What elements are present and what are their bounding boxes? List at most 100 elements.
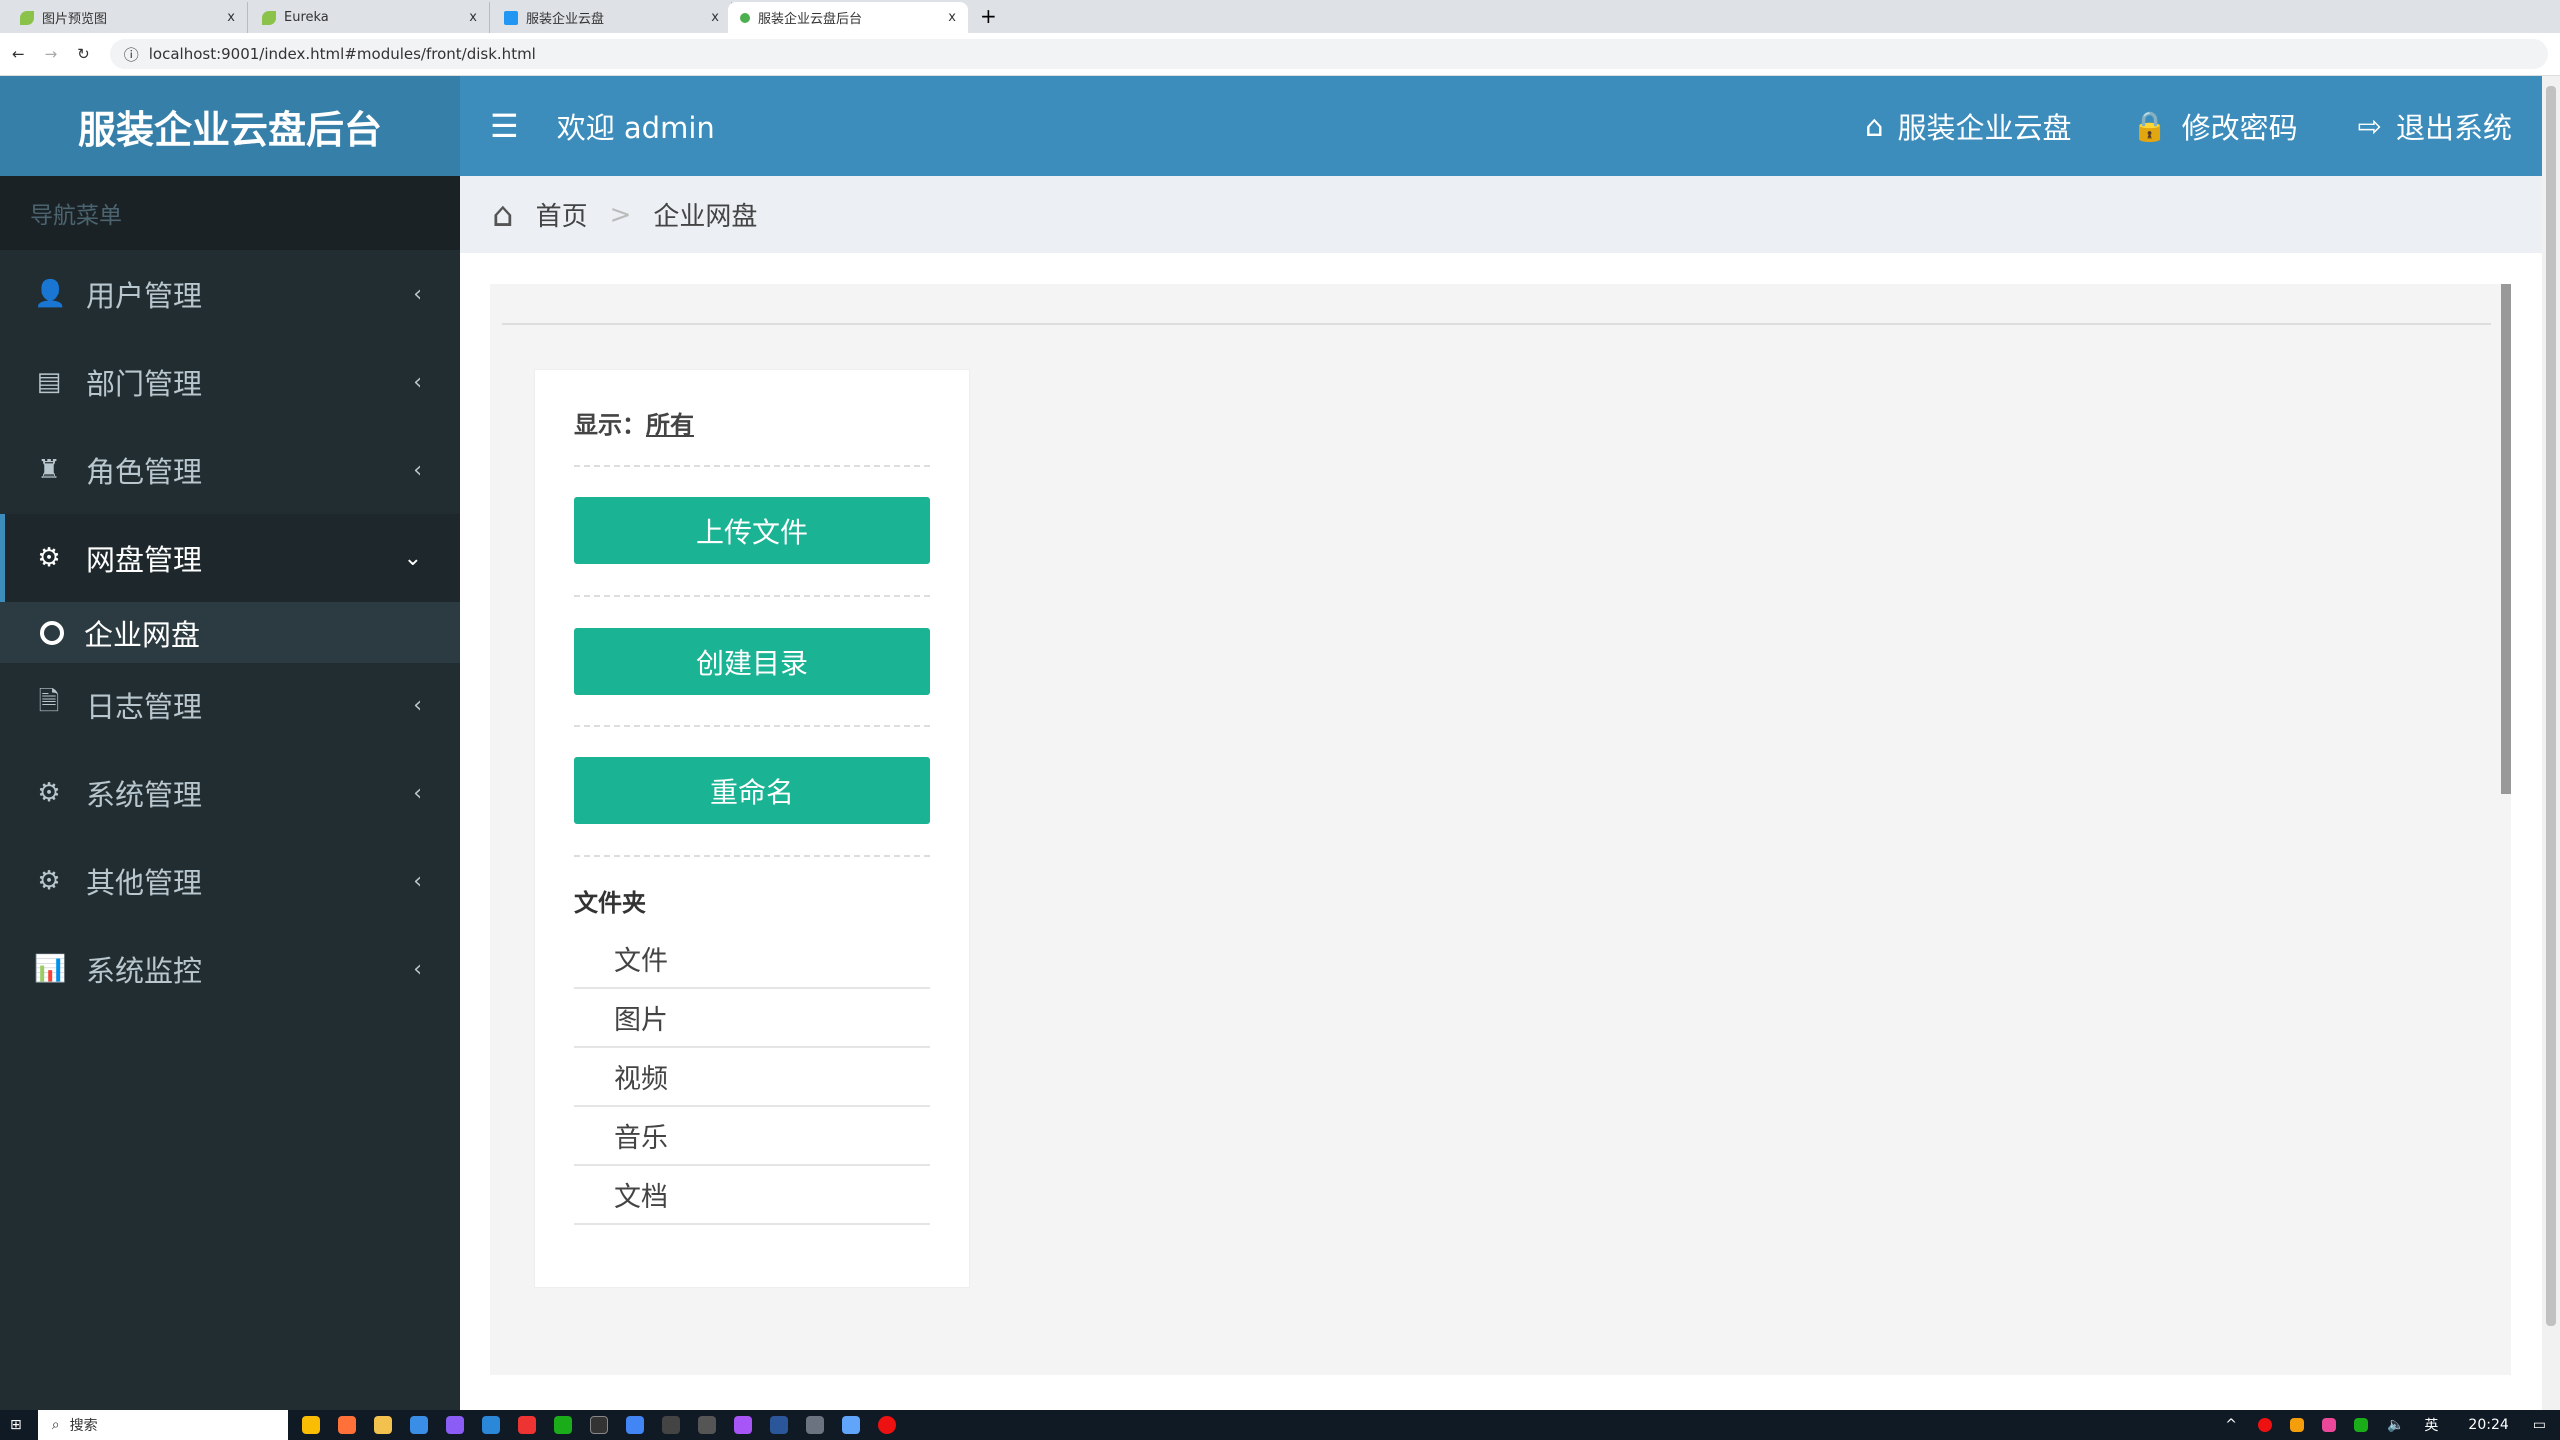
folder-heading: 文件夹 [574,889,646,917]
site-icon [740,12,750,23]
app-icon[interactable] [625,1416,644,1434]
label: 日志管理 [86,690,203,724]
user-icon: 👤 [34,279,67,309]
folder-item[interactable]: 视频 [574,1048,930,1107]
folder-icon[interactable] [373,1416,392,1434]
label: 用户管理 [86,279,203,313]
app-icon[interactable] [733,1416,752,1434]
sidebar-item-monitor[interactable]: 📊 系统监控 ‹ [0,925,460,1013]
wechat-icon[interactable] [553,1416,572,1434]
filter-all-link[interactable]: 所有 [646,411,694,439]
welcome-text: 欢迎 admin [556,111,715,145]
chevron-left-icon: ‹ [413,369,422,395]
create-directory-button[interactable]: 创建目录 [574,628,930,695]
home-icon: ⌂ [492,194,514,235]
volume-icon[interactable]: 🔈 [2387,1417,2404,1433]
gear-icon: ⚙ [37,866,61,896]
new-tab-button[interactable]: + [980,4,997,28]
firefox-icon[interactable] [337,1416,356,1434]
rename-button[interactable]: 重命名 [574,757,930,824]
ime-indicator[interactable]: 英 [2424,1415,2438,1435]
label: 搜索 [69,1418,98,1434]
close-tab-icon[interactable]: x [469,10,477,25]
label: 系统管理 [86,778,203,812]
sidebar-item-user[interactable]: 👤 用户管理 ‹ [0,250,460,338]
app-icon[interactable] [445,1416,464,1434]
breadcrumb-home[interactable]: 首页 [536,196,588,233]
browser-tab-bar: 图片预览图 x Eureka x 服装企业云盘 x 服装企业云盘后台 x + [0,0,2560,33]
ide-icon[interactable] [589,1416,608,1434]
hamburger-menu-icon[interactable]: ☰ [490,107,519,145]
search-icon: ⌕ [51,1417,60,1433]
clock[interactable]: 20:24 [2468,1417,2508,1433]
folder-item[interactable]: 文件 [574,930,930,989]
label: 系统监控 [86,954,203,988]
tray-icon[interactable] [2257,1418,2272,1432]
browser-tab[interactable]: Eureka x [250,2,490,33]
close-tab-icon[interactable]: x [227,10,235,25]
sidebar-item-disk[interactable]: ⚙ 网盘管理 ⌄ [0,514,460,602]
logout-link[interactable]: ⇨ 退出系统 [2358,105,2512,147]
sidebar-subitem-enterprise-disk[interactable]: 企业网盘 [0,602,460,663]
disk-icon [504,10,518,25]
divider [574,465,930,467]
taskbar-search[interactable]: ⌕ 搜索 [37,1410,288,1440]
tab-label: 服装企业云盘 [526,12,605,27]
tab-label: 服装企业云盘后台 [758,12,863,27]
folder-item[interactable]: 文档 [574,1166,930,1225]
sidebar-item-system[interactable]: ⚙ 系统管理 ‹ [0,749,460,837]
circle-icon [40,620,64,645]
sidebar-item-log[interactable]: 🗎 日志管理 ‹ [0,661,460,749]
tray-icon[interactable] [2321,1418,2336,1432]
browser-tab[interactable]: 服装企业云盘 x [492,2,732,33]
forward-icon[interactable]: → [45,45,58,63]
bar-chart-icon: 📊 [34,954,67,984]
lock-icon: 🔒 [2131,108,2168,143]
close-tab-icon[interactable]: x [711,10,719,25]
label: 退出系统 [2395,111,2512,145]
sidebar-item-department[interactable]: ▤ 部门管理 ‹ [0,338,460,426]
browser-tab[interactable]: 图片预览图 x [8,2,248,33]
tray-up-icon[interactable]: ^ [2225,1417,2237,1433]
app-icon[interactable] [409,1416,428,1434]
record-icon[interactable] [877,1416,896,1434]
label: 角色管理 [86,455,203,489]
app-icon[interactable] [841,1416,860,1434]
close-tab-icon[interactable]: x [948,10,956,25]
sidebar-item-role[interactable]: ♜ 角色管理 ‹ [0,426,460,514]
label: 显示： [574,411,646,439]
change-password-link[interactable]: 🔒 修改密码 [2132,105,2298,147]
top-header: ☰ 欢迎 admin ⌂ 服装企业云盘 🔒 修改密码 ⇨ 退出系统 [460,76,2542,176]
cmd-icon[interactable] [697,1416,716,1434]
label: 修改密码 [2181,111,2298,145]
back-icon[interactable]: ← [12,45,25,63]
reload-icon[interactable]: ↻ [77,45,90,63]
folder-item[interactable]: 图片 [574,989,930,1048]
scroll-thumb[interactable] [2546,86,2556,1326]
panel-scrollbar[interactable] [2501,284,2511,794]
home-icon: ⌂ [1865,109,1884,143]
terminal-icon[interactable] [661,1416,680,1434]
app-icon[interactable] [517,1416,536,1434]
url-input[interactable]: ⓘ localhost:9001/index.html#modules/front… [109,39,2548,69]
chrome-icon[interactable] [301,1416,320,1434]
disk-home-link[interactable]: ⌂ 服装企业云盘 [1865,105,2071,147]
word-icon[interactable] [769,1416,788,1434]
app-icon[interactable] [481,1416,500,1434]
chevron-left-icon: ‹ [413,281,422,307]
logo: 服装企业云盘后台 [0,76,460,176]
tray-icon[interactable] [2289,1418,2304,1432]
divider [502,323,2491,325]
folder-item[interactable]: 音乐 [574,1107,930,1166]
app-icon[interactable] [805,1416,824,1434]
sidebar-item-other[interactable]: ⚙ 其他管理 ‹ [0,837,460,925]
notification-icon[interactable]: ▭ [2533,1417,2546,1433]
windows-start-icon[interactable]: ⊞ [10,1417,22,1433]
upload-file-button[interactable]: 上传文件 [574,497,930,564]
breadcrumb-current: 企业网盘 [653,202,758,232]
url-text: localhost:9001/index.html#modules/front/… [148,45,536,63]
browser-tab-active[interactable]: 服装企业云盘后台 x [728,2,968,33]
tray-icon[interactable] [2353,1418,2368,1432]
page-scrollbar[interactable] [2542,76,2560,1410]
file-icon: 🗎 [38,687,60,717]
